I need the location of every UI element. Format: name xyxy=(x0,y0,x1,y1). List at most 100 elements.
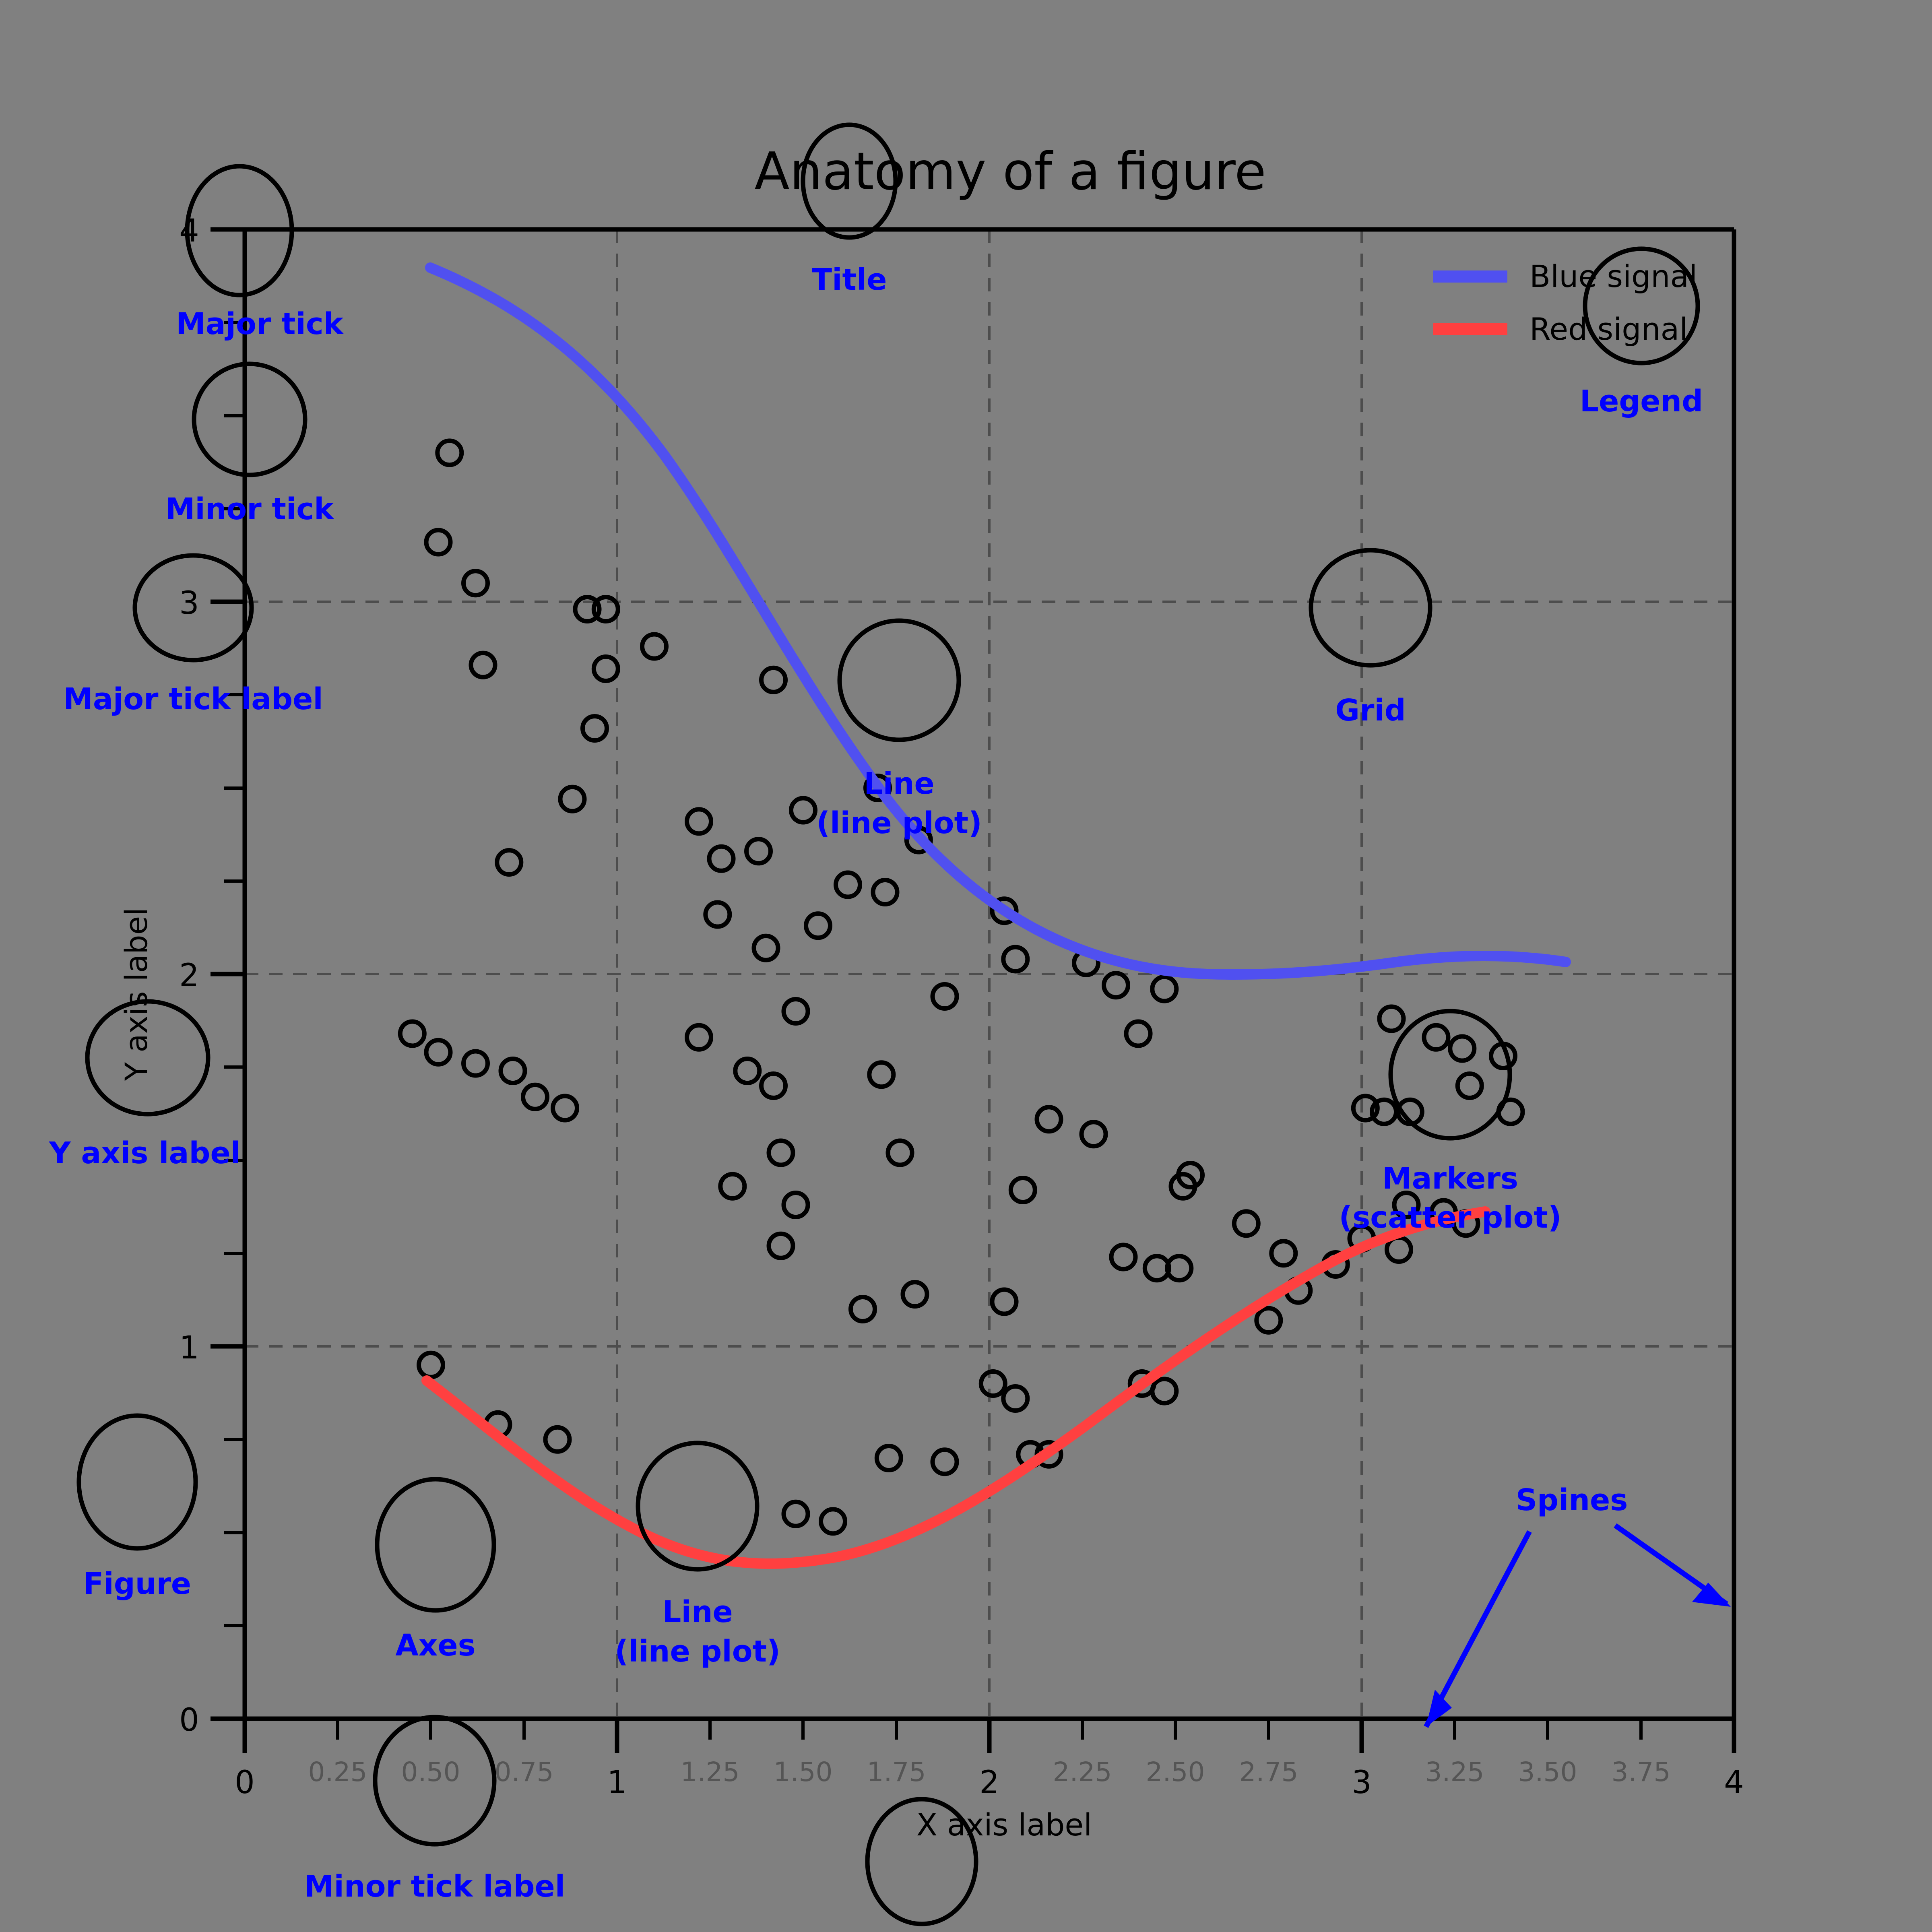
x-minor-tick-label: 1.75 xyxy=(867,1757,926,1788)
y-tick-label: 1 xyxy=(179,1330,199,1366)
x-minor-tick-label: 3.75 xyxy=(1612,1757,1671,1788)
x-minor-tick-label: 3.25 xyxy=(1425,1757,1484,1788)
scatter-marker xyxy=(766,1231,795,1260)
scatter-marker xyxy=(1448,1034,1477,1063)
scatter-marker xyxy=(495,848,524,877)
scatter-marker xyxy=(1001,1384,1030,1413)
scatter-marker xyxy=(751,933,780,962)
y-tick-label: 0 xyxy=(179,1702,199,1738)
annotation-label-blue-line-1: Line xyxy=(864,766,934,801)
annotation-label-markers-1: Markers xyxy=(1382,1161,1518,1196)
annotation-label-markers-2: (scatter plot) xyxy=(1339,1200,1561,1235)
x-minor-tick-label: 0.25 xyxy=(308,1757,367,1788)
scatter-marker xyxy=(766,1138,795,1167)
x-tick-label: 3 xyxy=(1352,1765,1372,1801)
spines-arrows xyxy=(1424,1523,1731,1728)
x-axis-ticks xyxy=(242,1719,1736,1753)
x-tick-label: 4 xyxy=(1724,1765,1744,1801)
scatter-marker xyxy=(703,900,732,929)
y-tick-label: 3 xyxy=(179,585,199,621)
scatter-marker xyxy=(978,1369,1007,1398)
annotation-circle-axes xyxy=(375,1477,496,1613)
scatter-marker xyxy=(1109,1243,1138,1271)
y-axis-ticks xyxy=(211,227,245,1721)
chart-title: Anatomy of a figure xyxy=(754,142,1266,202)
x-tick-label: 1 xyxy=(607,1765,627,1801)
scatter-marker xyxy=(398,1019,427,1048)
scatter-marker xyxy=(521,1082,549,1111)
scatter-marker xyxy=(781,1499,810,1528)
scatter-marker xyxy=(1150,974,1179,1003)
scatter-marker xyxy=(1008,1176,1037,1204)
scatter-marker xyxy=(930,982,959,1011)
scatter-marker xyxy=(1001,945,1030,974)
scatter-marker xyxy=(424,1038,453,1067)
x-minor-tick-label: 2.25 xyxy=(1053,1757,1112,1788)
y-tick-label: 2 xyxy=(179,958,199,994)
scatter-marker xyxy=(580,714,609,743)
spines-arrowhead-left xyxy=(1426,1690,1452,1727)
scatter-marker xyxy=(461,1049,490,1078)
scatter-marker xyxy=(781,1191,810,1219)
x-minor-tick-label: 1.25 xyxy=(681,1757,740,1788)
scatter-marker xyxy=(640,632,669,661)
annotation-label-figure: Figure xyxy=(83,1567,191,1601)
scatter-marker xyxy=(1079,1120,1108,1149)
scatter-marker xyxy=(1232,1209,1261,1238)
scatter-marker xyxy=(871,878,900,906)
scatter-marker xyxy=(1422,1023,1451,1052)
scatter-marker xyxy=(930,1447,959,1476)
scatter-marker xyxy=(591,654,620,683)
annotation-label-red-line-1: Line xyxy=(662,1595,733,1629)
scatter-marker xyxy=(1124,1019,1153,1048)
annotation-label-minor-tick: Minor tick xyxy=(165,492,334,526)
x-minor-tick-label: 2.50 xyxy=(1146,1757,1205,1788)
scatter-marker xyxy=(1150,1377,1179,1406)
scatter-marker xyxy=(417,1350,445,1379)
scatter-marker xyxy=(424,528,453,557)
annotation-label-grid: Grid xyxy=(1335,693,1406,728)
scatter-markers xyxy=(398,438,1525,1536)
anatomy-figure: Anatomy of a figure X axis label Y axis … xyxy=(49,122,1744,1926)
scatter-marker xyxy=(744,837,773,866)
x-minor-tick-label: 3.50 xyxy=(1518,1757,1577,1788)
x-minor-tick-label: 0.50 xyxy=(401,1757,460,1788)
annotation-label-y-axis-label: Y axis label xyxy=(49,1136,241,1170)
scatter-marker xyxy=(1377,1004,1406,1033)
scatter-marker xyxy=(886,1138,914,1167)
annotation-label-axes: Axes xyxy=(395,1628,475,1663)
annotation-label-major-tick-label: Major tick label xyxy=(63,682,323,716)
scatter-marker xyxy=(558,784,587,813)
annotation-circle-blue-line xyxy=(837,618,961,742)
scatter-marker xyxy=(789,796,817,825)
scatter-marker xyxy=(498,1057,527,1085)
scatter-marker xyxy=(543,1425,572,1454)
scatter-marker xyxy=(834,870,862,899)
x-tick-label: 2 xyxy=(979,1765,999,1801)
x-axis-label: X axis label xyxy=(916,1807,1092,1843)
y-axis-label: Y axis label xyxy=(118,908,154,1082)
scatter-marker xyxy=(804,911,832,940)
scatter-marker xyxy=(874,1444,903,1472)
x-tick-label: 0 xyxy=(235,1765,255,1801)
legend-label-blue: Blue signal xyxy=(1530,258,1697,294)
annotation-circle-grid xyxy=(1309,548,1432,668)
scatter-marker xyxy=(1455,1071,1484,1100)
annotation-circle-markers xyxy=(1388,1009,1512,1141)
annotation-label-blue-line-2: (line plot) xyxy=(816,806,982,840)
scatter-marker xyxy=(718,1172,747,1201)
figure-canvas: Anatomy of a figure X axis label Y axis … xyxy=(0,0,1932,1932)
scatter-marker xyxy=(461,569,490,598)
annotation-label-legend: Legend xyxy=(1580,384,1703,419)
scatter-marker xyxy=(733,1057,762,1085)
annotation-label-major-tick: Major tick xyxy=(176,307,344,341)
legend-label-red: Red signal xyxy=(1530,311,1688,347)
scatter-marker xyxy=(435,438,464,467)
scatter-marker xyxy=(990,1287,1019,1316)
scatter-marker xyxy=(1034,1105,1063,1134)
legend[interactable]: Blue signal Red signal xyxy=(1433,258,1697,347)
scatter-marker xyxy=(819,1507,847,1536)
scatter-marker xyxy=(781,997,810,1026)
annotation-circle-minor-tick xyxy=(192,361,308,477)
scatter-marker xyxy=(1102,971,1130,1000)
